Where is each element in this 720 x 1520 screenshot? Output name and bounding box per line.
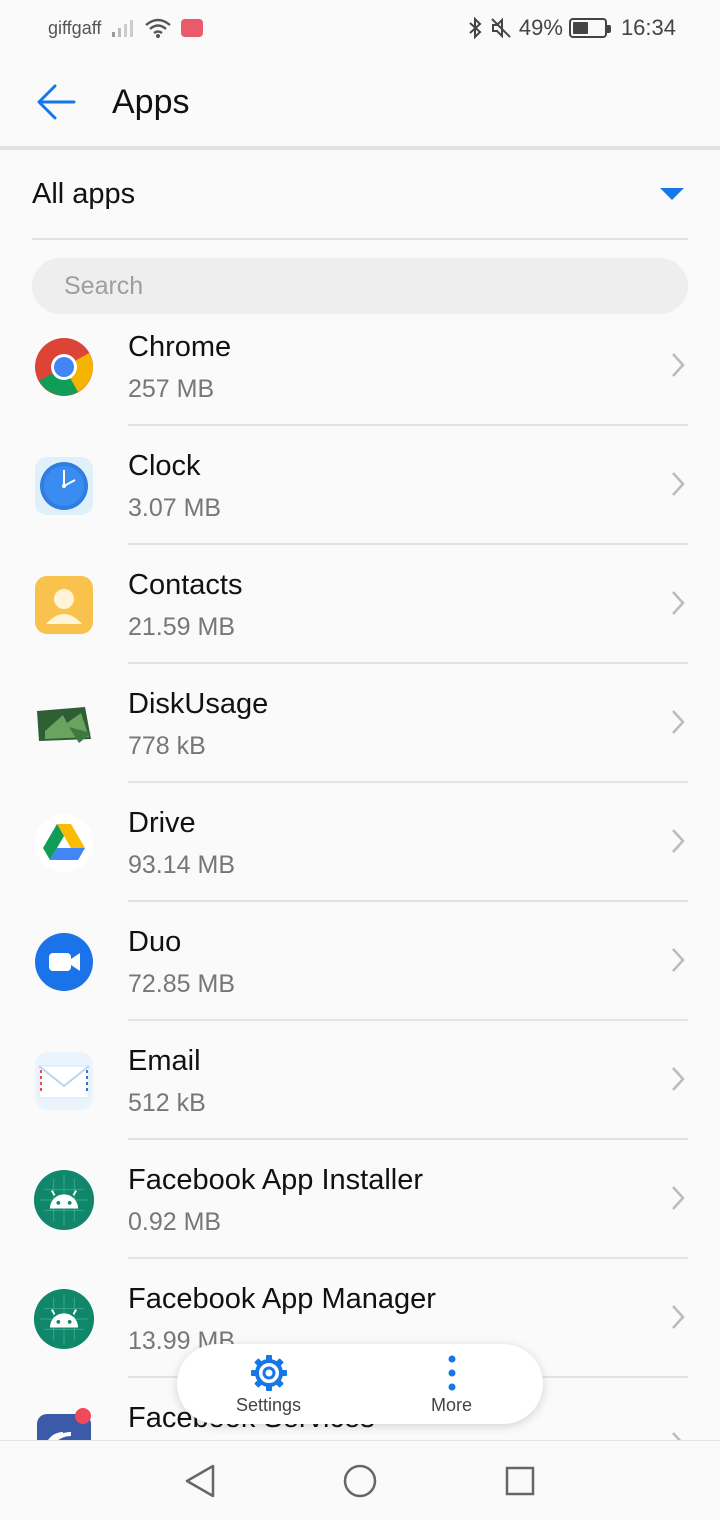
chevron-right-icon: [672, 1305, 685, 1329]
status-left: giffgaff: [48, 17, 204, 39]
app-name: Facebook App Manager: [128, 1283, 436, 1315]
list-item-facebook-app-installer[interactable]: Facebook App Installer 0.92 MB: [0, 1140, 720, 1259]
app-size: 778 kB: [128, 732, 206, 760]
app-size: 257 MB: [128, 375, 215, 403]
app-text: Facebook App Installer 0.92 MB: [128, 1162, 423, 1240]
app-size: 72.85 MB: [128, 970, 236, 998]
app-name: Clock: [128, 450, 201, 482]
dropdown-arrow-icon: [660, 188, 684, 200]
duo-icon: [33, 931, 95, 993]
app-text: Drive 93.14 MB: [128, 805, 235, 883]
app-size: 3.07 MB: [128, 494, 222, 522]
search-input[interactable]: [32, 258, 688, 314]
more-label: More: [430, 1394, 472, 1415]
chrome-icon: [33, 336, 95, 398]
chevron-right-icon: [672, 1186, 685, 1210]
nav-home-button[interactable]: [335, 1456, 385, 1506]
huawei-icon: [181, 19, 204, 37]
contacts-icon: [33, 574, 95, 636]
floating-toolbar: Settings More: [177, 1344, 543, 1424]
drive-icon: [33, 812, 95, 874]
list-item-email[interactable]: Email 512 kB: [0, 1021, 720, 1140]
battery-percent: 49%: [518, 15, 563, 40]
app-list: Chrome 257 MB Clock 3.07 MB Contacts 21.…: [0, 307, 720, 1497]
app-name: Facebook App Installer: [128, 1164, 424, 1196]
more-vertical-icon: [448, 1355, 455, 1390]
android-icon: [33, 1169, 95, 1231]
email-icon: [33, 1050, 95, 1112]
app-text: DiskUsage 778 kB: [128, 686, 268, 764]
triangle-back-icon: [185, 1464, 215, 1497]
list-item-diskusage[interactable]: DiskUsage 778 kB: [0, 664, 720, 783]
list-item-duo[interactable]: Duo 72.85 MB: [0, 902, 720, 1021]
arrow-left-icon: [37, 84, 76, 120]
page-title: Apps: [112, 82, 190, 121]
chevron-right-icon: [672, 710, 685, 734]
nav-recents-button[interactable]: [495, 1456, 545, 1506]
app-size: 93.14 MB: [128, 851, 236, 879]
square-recents-icon: [505, 1466, 535, 1495]
back-button[interactable]: [0, 56, 112, 148]
gear-icon: [250, 1354, 287, 1391]
chevron-right-icon: [672, 591, 685, 615]
app-text: Email 512 kB: [128, 1043, 206, 1121]
app-bar: Apps: [0, 56, 720, 148]
chevron-right-icon: [672, 353, 685, 377]
chevron-right-icon: [672, 1067, 685, 1091]
app-name: Email: [128, 1045, 201, 1077]
app-size: 0.92 MB: [128, 1208, 222, 1236]
clock-icon: [33, 455, 95, 517]
app-name: Chrome: [128, 331, 232, 363]
signal-icon: [112, 20, 134, 37]
list-item-chrome[interactable]: Chrome 257 MB: [0, 307, 720, 426]
app-name: Duo: [128, 926, 182, 958]
settings-label: Settings: [235, 1394, 302, 1415]
bluetooth-icon: [469, 16, 482, 40]
chevron-right-icon: [672, 472, 685, 496]
app-name: Drive: [128, 807, 196, 839]
battery-icon: [568, 18, 611, 38]
list-item-clock[interactable]: Clock 3.07 MB: [0, 426, 720, 545]
app-text: Duo 72.85 MB: [128, 924, 235, 1002]
navigation-bar: [0, 1440, 720, 1520]
status-right: 49% 16:34: [467, 15, 676, 41]
carrier-name: giffgaff: [48, 17, 102, 38]
circle-home-icon: [343, 1464, 377, 1497]
battery-fill: [572, 22, 588, 34]
muted-icon: [491, 17, 511, 39]
app-size: 512 kB: [128, 1089, 206, 1117]
android-icon: [33, 1288, 95, 1350]
chevron-right-icon: [672, 829, 685, 853]
app-name: Contacts: [128, 569, 243, 601]
app-text: Chrome 257 MB: [128, 329, 231, 407]
app-text: Clock 3.07 MB: [128, 448, 221, 526]
status-bar: giffgaff 49% 16:34: [0, 0, 720, 56]
list-item-contacts[interactable]: Contacts 21.59 MB: [0, 545, 720, 664]
chevron-right-icon: [672, 948, 685, 972]
settings-button[interactable]: Settings: [177, 1344, 360, 1424]
diskusage-icon: [33, 693, 95, 755]
app-size: 21.59 MB: [128, 613, 236, 641]
wifi-icon: [145, 18, 172, 38]
app-filter-dropdown[interactable]: All apps: [32, 150, 688, 240]
app-text: Contacts 21.59 MB: [128, 567, 242, 645]
filter-label: All apps: [32, 177, 136, 210]
app-name: DiskUsage: [128, 688, 269, 720]
list-item-drive[interactable]: Drive 93.14 MB: [0, 783, 720, 902]
clock-time: 16:34: [620, 15, 676, 40]
more-button[interactable]: More: [360, 1344, 543, 1424]
nav-back-button[interactable]: [175, 1456, 225, 1506]
